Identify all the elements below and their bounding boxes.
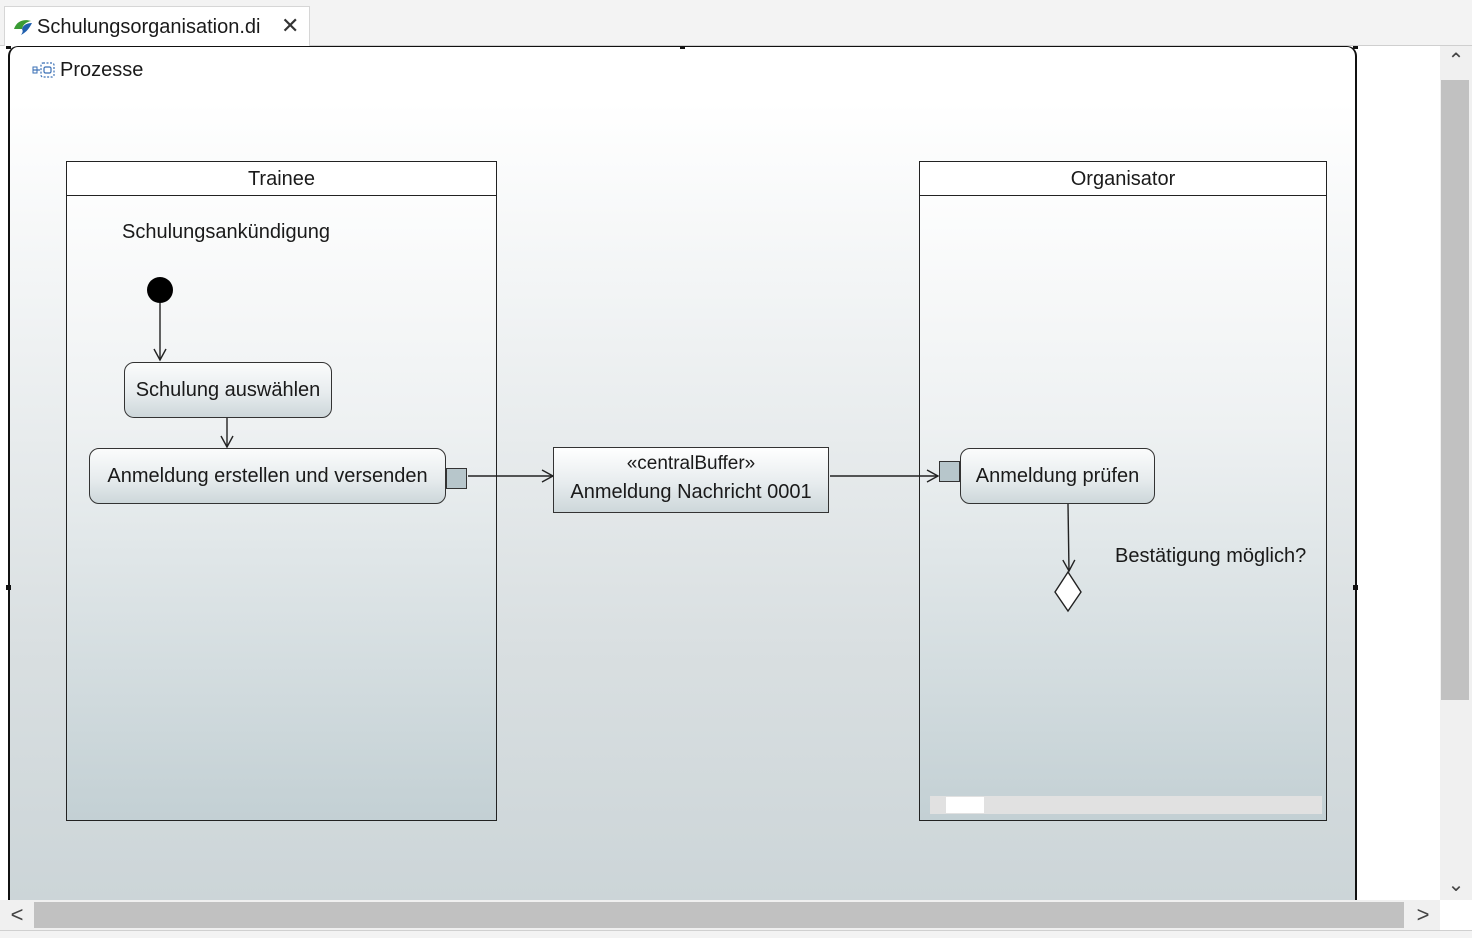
scroll-right-icon[interactable]: > <box>1408 901 1438 929</box>
scroll-down-icon[interactable]: ⌄ <box>1440 872 1472 900</box>
close-icon[interactable]: ✕ <box>281 13 299 39</box>
scroll-left-icon[interactable]: < <box>2 901 32 929</box>
tab-title: Schulungsorganisation.di <box>37 16 261 38</box>
buffer-stereotype: «centralBuffer» <box>626 453 756 474</box>
vertical-scrollbar[interactable]: ⌃ ⌄ <box>1440 46 1472 900</box>
scrollbar-thumb[interactable] <box>1441 80 1469 700</box>
horizontal-scrollbar[interactable]: < > <box>0 900 1440 930</box>
output-pin[interactable] <box>446 468 467 489</box>
diagram-canvas[interactable]: Prozesse Trainee Organisator Schulungsan… <box>0 46 1440 900</box>
papyrus-icon <box>14 20 32 35</box>
flow-edge <box>1062 503 1076 573</box>
action-anmeldung-erstellen[interactable]: Anmeldung erstellen und versenden <box>89 448 446 504</box>
action-anmeldung-pruefen[interactable]: Anmeldung prüfen <box>960 448 1155 504</box>
scrollbar-thumb[interactable] <box>34 902 1404 928</box>
editor-tab-bar: Schulungsorganisation.di ✕ <box>0 0 1472 47</box>
decision-node <box>1054 570 1082 613</box>
input-pin[interactable] <box>939 461 960 482</box>
initial-node <box>147 277 173 303</box>
buffer-name: Anmeldung Nachricht 0001 <box>570 481 812 503</box>
action-schulung-auswaehlen[interactable]: Schulung auswählen <box>124 362 332 418</box>
status-strip <box>0 930 1472 938</box>
tab-schulungsorganisation[interactable]: Schulungsorganisation.di ✕ <box>4 6 310 47</box>
central-buffer-node[interactable]: «centralBuffer» Anmeldung Nachricht 0001 <box>553 447 829 513</box>
scroll-up-icon[interactable]: ⌃ <box>1440 48 1472 76</box>
decision-label: Bestätigung möglich? <box>1115 545 1307 567</box>
